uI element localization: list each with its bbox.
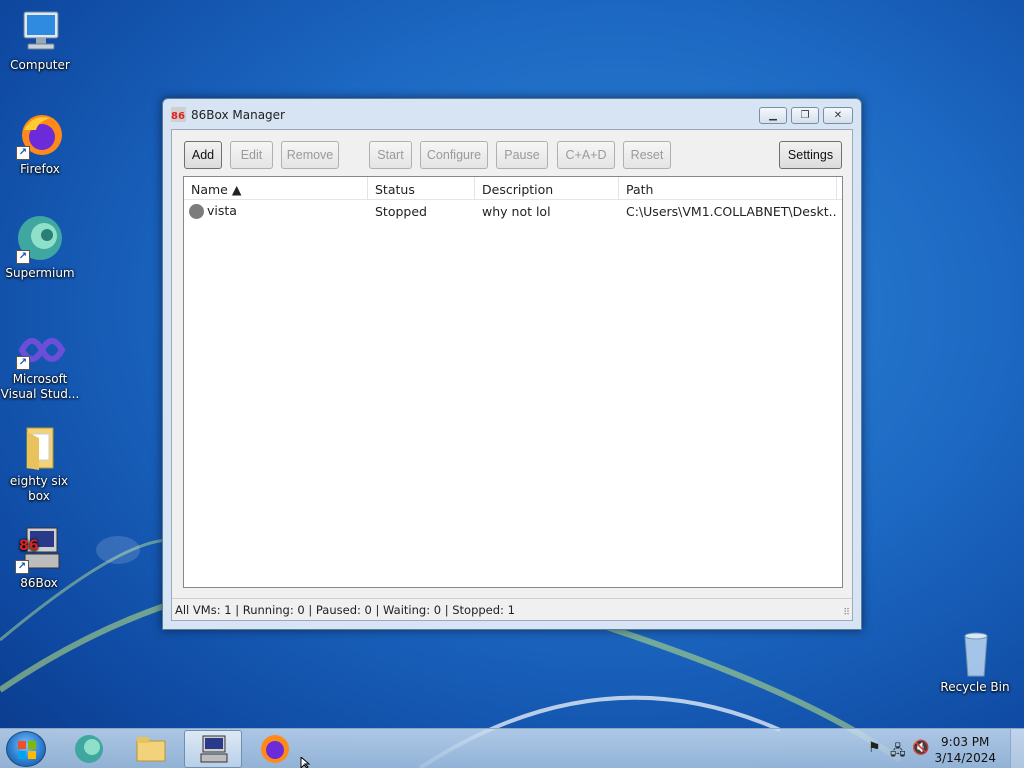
- status-bar: All VMs: 1 | Running: 0 | Paused: 0 | Wa…: [172, 598, 852, 620]
- windows-logo-icon: [18, 741, 36, 759]
- firefox-icon: ↗: [14, 112, 66, 160]
- settings-button[interactable]: Settings: [779, 141, 842, 169]
- desktop-icon-computer[interactable]: Computer: [0, 8, 80, 73]
- vm-list[interactable]: Name ▲ Status Description Path vista Sto…: [183, 176, 843, 588]
- recycle-bin-icon: [949, 630, 1001, 678]
- desktop-icon-label: Firefox: [20, 162, 60, 176]
- 86box-icon: 86 ↗: [13, 526, 65, 574]
- window-client-area: Add Edit Remove Start Configure Pause C+…: [171, 129, 853, 621]
- visual-studio-icon: ↗: [14, 330, 66, 370]
- taskbar-86box-manager[interactable]: [184, 730, 242, 768]
- column-header-name[interactable]: Name ▲: [184, 177, 368, 200]
- desktop-icon-label: eighty six box: [9, 474, 69, 503]
- resize-grip-icon[interactable]: ⠿: [843, 608, 850, 618]
- window-titlebar[interactable]: 86 86Box Manager ▁ ❐ ✕: [163, 99, 861, 129]
- start-button[interactable]: Start: [369, 141, 412, 169]
- column-header-description[interactable]: Description: [475, 177, 619, 200]
- taskbar-firefox[interactable]: [246, 730, 304, 768]
- vm-status-stopped-icon: [189, 204, 204, 219]
- shortcut-arrow-icon: ↗: [16, 146, 30, 160]
- 86box-manager-window: 86 86Box Manager ▁ ❐ ✕ Add Edit Remove S…: [162, 98, 862, 630]
- desktop-icon-label: 86Box: [20, 576, 58, 590]
- restore-icon: ❐: [800, 110, 810, 121]
- add-button[interactable]: Add: [184, 141, 222, 169]
- table-row[interactable]: vista Stopped why not lol C:\Users\VM1.C…: [184, 200, 842, 222]
- ctrl-alt-del-button[interactable]: C+A+D: [557, 141, 615, 169]
- 86box-icon: [200, 735, 228, 763]
- taskbar: ⚑ 🖧 🔇 9:03 PM 3/14/2024: [0, 728, 1024, 768]
- desktop-icon-supermium[interactable]: ↗ Supermium: [0, 216, 80, 281]
- start-button[interactable]: [6, 731, 46, 767]
- desktop-icon-label: Computer: [10, 58, 70, 72]
- svg-text:86: 86: [171, 111, 185, 122]
- shortcut-arrow-icon: ↗: [16, 250, 30, 264]
- folder-icon: [136, 737, 166, 762]
- 86box-app-icon: 86: [171, 107, 186, 122]
- action-center-flag-icon[interactable]: ⚑: [868, 740, 884, 756]
- maximize-button[interactable]: ❐: [791, 107, 819, 124]
- firefox-icon: [261, 735, 289, 763]
- vm-path: C:\Users\VM1.COLLABNET\Deskt...: [626, 203, 837, 219]
- vm-name: vista: [207, 203, 237, 218]
- taskbar-explorer[interactable]: [122, 730, 180, 768]
- edit-button[interactable]: Edit: [230, 141, 273, 169]
- status-summary: All VMs: 1 | Running: 0 | Paused: 0 | Wa…: [175, 603, 515, 617]
- show-desktop-button[interactable]: [1010, 729, 1024, 768]
- clock-time: 9:03 PM: [941, 735, 990, 749]
- desktop-icon-visual-studio[interactable]: ↗ Microsoft Visual Stud...: [0, 330, 80, 402]
- window-title: 86Box Manager: [191, 108, 285, 122]
- pause-button[interactable]: Pause: [496, 141, 548, 169]
- minimize-icon: ▁: [769, 110, 777, 121]
- clock[interactable]: 9:03 PM 3/14/2024: [934, 734, 996, 766]
- network-icon[interactable]: 🖧: [890, 740, 906, 759]
- shortcut-arrow-icon: ↗: [16, 356, 30, 370]
- vm-description: why not lol: [482, 203, 551, 219]
- volume-muted-icon[interactable]: 🔇: [912, 740, 929, 756]
- desktop-icon-label: Microsoft Visual Stud...: [0, 372, 80, 401]
- clock-date: 3/14/2024: [934, 751, 996, 765]
- supermium-icon: ↗: [14, 216, 66, 264]
- system-tray: ⚑ 🖧 🔇 9:03 PM 3/14/2024: [854, 729, 1024, 768]
- close-button[interactable]: ✕: [823, 107, 853, 124]
- desktop-icon-label: Supermium: [5, 266, 75, 280]
- taskbar-supermium[interactable]: [60, 730, 118, 768]
- folder-icon: [13, 424, 65, 472]
- computer-icon: [14, 8, 66, 56]
- svg-text:86: 86: [19, 538, 38, 554]
- close-icon: ✕: [833, 110, 843, 121]
- configure-button[interactable]: Configure: [420, 141, 488, 169]
- column-header-status[interactable]: Status: [368, 177, 475, 200]
- shortcut-arrow-icon: ↗: [15, 560, 29, 574]
- minimize-button[interactable]: ▁: [759, 107, 787, 124]
- remove-button[interactable]: Remove: [281, 141, 339, 169]
- desktop-icon-label: Recycle Bin: [940, 680, 1010, 694]
- desktop-icon-eighty-six-box-folder[interactable]: eighty six box: [0, 424, 79, 504]
- desktop-icon-firefox[interactable]: ↗ Firefox: [0, 112, 80, 177]
- supermium-icon: [75, 735, 103, 763]
- column-header-path[interactable]: Path: [619, 177, 837, 200]
- mouse-cursor-icon: [300, 757, 311, 768]
- list-header: Name ▲ Status Description Path: [184, 177, 842, 200]
- toolbar: Add Edit Remove Start Configure Pause C+…: [184, 141, 852, 169]
- desktop-icon-recycle-bin[interactable]: Recycle Bin: [935, 630, 1015, 695]
- reset-button[interactable]: Reset: [623, 141, 671, 169]
- vm-status: Stopped: [375, 203, 427, 219]
- desktop-icon-86box[interactable]: 86 ↗ 86Box: [0, 526, 79, 591]
